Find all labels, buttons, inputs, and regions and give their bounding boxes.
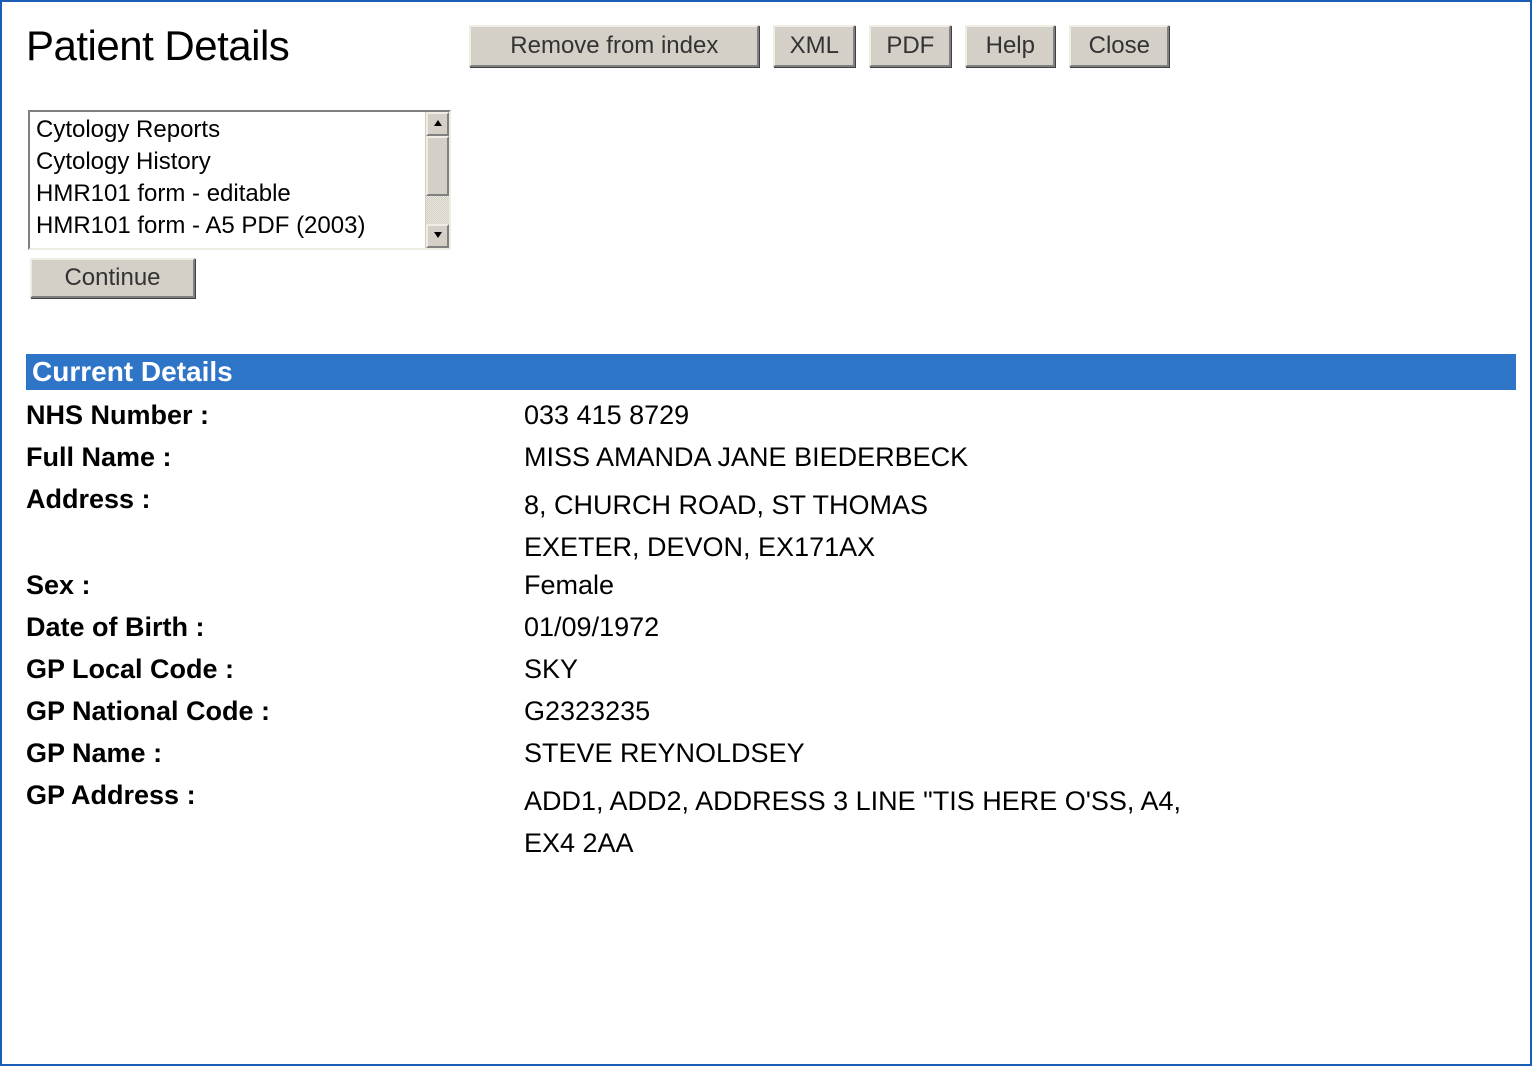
- chevron-up-icon: [433, 115, 443, 133]
- value-gp-address: ADD1, ADD2, ADDRESS 3 LINE "TIS HERE O'S…: [524, 778, 1181, 864]
- value-gp-national: G2323235: [524, 694, 650, 727]
- row-address: Address : 8, CHURCH ROAD, ST THOMAS EXET…: [26, 482, 1506, 568]
- pdf-button[interactable]: PDF: [869, 25, 951, 67]
- value-gp-local: SKY: [524, 652, 578, 685]
- list-item[interactable]: Cytology Reports: [36, 114, 419, 146]
- section-header-current-details: Current Details: [26, 354, 1516, 390]
- address-line-1: 8, CHURCH ROAD, ST THOMAS: [524, 484, 928, 526]
- report-selector: Cytology Reports Cytology History HMR101…: [26, 110, 1506, 298]
- list-item[interactable]: Cytology History: [36, 146, 419, 178]
- report-listbox[interactable]: Cytology Reports Cytology History HMR101…: [30, 112, 425, 248]
- close-button[interactable]: Close: [1069, 25, 1169, 67]
- value-sex: Female: [524, 568, 614, 601]
- scroll-down-button[interactable]: [426, 224, 449, 248]
- row-nhs-number: NHS Number : 033 415 8729: [26, 398, 1506, 440]
- help-button[interactable]: Help: [965, 25, 1055, 67]
- row-gp-address: GP Address : ADD1, ADD2, ADDRESS 3 LINE …: [26, 778, 1506, 864]
- listbox-wrap: Cytology Reports Cytology History HMR101…: [28, 110, 451, 250]
- label-gp-national: GP National Code :: [26, 694, 524, 727]
- details-table: NHS Number : 033 415 8729 Full Name : MI…: [26, 398, 1506, 864]
- header-row: Patient Details Remove from index XML PD…: [26, 22, 1506, 70]
- continue-button[interactable]: Continue: [30, 258, 195, 298]
- remove-from-index-button[interactable]: Remove from index: [469, 25, 759, 67]
- value-dob: 01/09/1972: [524, 610, 659, 643]
- scrollbar: [425, 112, 449, 248]
- toolbar: Remove from index XML PDF Help Close: [469, 25, 1169, 67]
- list-item[interactable]: HMR101 form - A5 PDF (2003): [36, 210, 419, 242]
- list-item[interactable]: HMR101 form - editable: [36, 178, 419, 210]
- value-gp-name: STEVE REYNOLDSEY: [524, 736, 805, 769]
- row-dob: Date of Birth : 01/09/1972: [26, 610, 1506, 652]
- row-gp-local: GP Local Code : SKY: [26, 652, 1506, 694]
- xml-button[interactable]: XML: [773, 25, 855, 67]
- label-nhs-number: NHS Number :: [26, 398, 524, 431]
- label-gp-local: GP Local Code :: [26, 652, 524, 685]
- scroll-thumb[interactable]: [426, 136, 449, 196]
- label-full-name: Full Name :: [26, 440, 524, 473]
- value-address: 8, CHURCH ROAD, ST THOMAS EXETER, DEVON,…: [524, 482, 928, 568]
- row-sex: Sex : Female: [26, 568, 1506, 610]
- scroll-up-button[interactable]: [426, 112, 449, 136]
- label-sex: Sex :: [26, 568, 524, 601]
- chevron-down-icon: [433, 227, 443, 245]
- address-line-2: EXETER, DEVON, EX171AX: [524, 526, 928, 568]
- page-title: Patient Details: [26, 22, 289, 70]
- scroll-track[interactable]: [426, 136, 449, 224]
- row-full-name: Full Name : MISS AMANDA JANE BIEDERBECK: [26, 440, 1506, 482]
- value-nhs-number: 033 415 8729: [524, 398, 689, 431]
- gp-address-line-2: EX4 2AA: [524, 822, 1181, 864]
- label-gp-address: GP Address :: [26, 778, 524, 811]
- row-gp-name: GP Name : STEVE REYNOLDSEY: [26, 736, 1506, 778]
- gp-address-line-1: ADD1, ADD2, ADDRESS 3 LINE "TIS HERE O'S…: [524, 780, 1181, 822]
- row-gp-national: GP National Code : G2323235: [26, 694, 1506, 736]
- label-address: Address :: [26, 482, 524, 515]
- value-full-name: MISS AMANDA JANE BIEDERBECK: [524, 440, 968, 473]
- label-dob: Date of Birth :: [26, 610, 524, 643]
- label-gp-name: GP Name :: [26, 736, 524, 769]
